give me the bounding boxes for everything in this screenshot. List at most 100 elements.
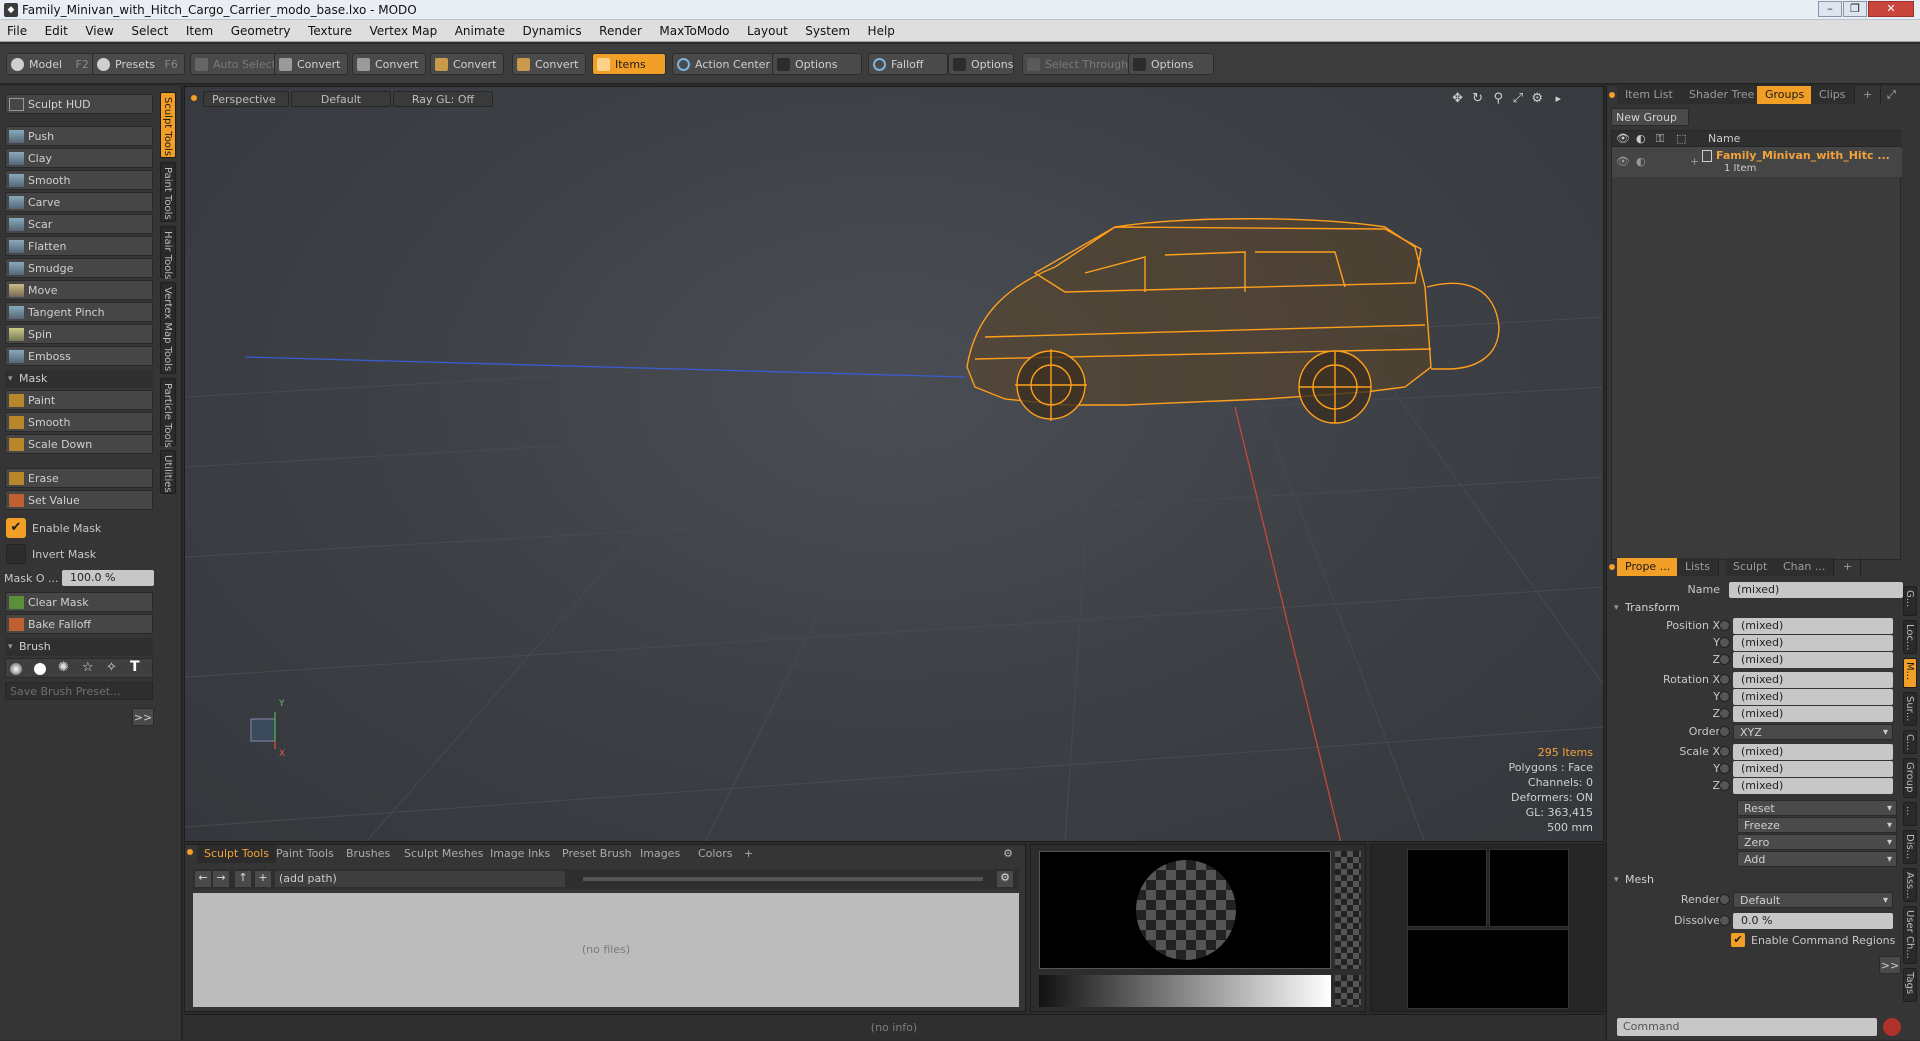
mask-smooth[interactable]: Smooth: [5, 412, 153, 432]
star-brush-icon[interactable]: ☆: [82, 660, 94, 675]
order-key-icon[interactable]: [1719, 726, 1730, 737]
menu-geometry[interactable]: Geometry: [224, 20, 298, 42]
mask-paint[interactable]: Paint: [5, 390, 153, 410]
vtab-particle-tools[interactable]: Particle Tools: [160, 378, 176, 448]
vtab-vertex-map-tools[interactable]: Vertex Map Tools: [160, 282, 176, 374]
render-dropdown[interactable]: Default: [1733, 892, 1893, 909]
thumb-size-slider[interactable]: [583, 877, 983, 881]
maximize-button[interactable]: ❐: [1843, 1, 1867, 17]
scale-y-field[interactable]: (mixed): [1733, 761, 1893, 777]
brush-section-header[interactable]: Brush: [5, 638, 153, 656]
close-button[interactable]: ✕: [1868, 1, 1914, 17]
tab-sculpt-tools[interactable]: Sculpt Tools: [197, 845, 276, 863]
tab-colors[interactable]: Colors: [691, 845, 739, 863]
save-brush-preset-field[interactable]: Save Brush Preset...: [5, 682, 153, 700]
sculpt-hud-button[interactable]: Sculpt HUD: [5, 94, 153, 114]
back-arrow-icon[interactable]: ←: [195, 871, 211, 887]
new-group-button[interactable]: New Group: [1611, 108, 1689, 126]
tool-carve[interactable]: Carve: [5, 192, 153, 212]
convert-button-3[interactable]: Convert: [430, 53, 504, 75]
menu-texture[interactable]: Texture: [301, 20, 359, 42]
tool-push[interactable]: Push: [5, 126, 153, 146]
tab-brushes[interactable]: Brushes: [339, 845, 397, 863]
props-expand-button[interactable]: >>: [1879, 956, 1901, 974]
viewport-menu-arrow-icon[interactable]: ▸: [1555, 92, 1561, 105]
tool-smudge[interactable]: Smudge: [5, 258, 153, 278]
right-expand-icon[interactable]: ⤢: [1887, 88, 1896, 102]
menu-render[interactable]: Render: [592, 20, 649, 42]
mask-scale-down[interactable]: Scale Down: [5, 434, 153, 454]
mask-section-header[interactable]: Mask: [5, 370, 153, 388]
thumbnail-1[interactable]: [1407, 849, 1487, 927]
hard-brush-icon[interactable]: [34, 663, 46, 675]
bottom-gear-icon[interactable]: ⚙: [1003, 847, 1013, 860]
rotation-z-key-icon[interactable]: [1719, 708, 1730, 719]
presets-button[interactable]: Presets F6: [92, 53, 185, 75]
position-y-key-icon[interactable]: [1719, 637, 1730, 648]
zoom-icon[interactable]: ⚲: [1493, 91, 1503, 106]
thumbnail-2[interactable]: [1489, 849, 1569, 927]
shading-dropdown[interactable]: Default: [291, 91, 391, 107]
render-key-icon[interactable]: [1719, 894, 1730, 905]
scale-y-key-icon[interactable]: [1719, 763, 1730, 774]
tool-smooth[interactable]: Smooth: [5, 170, 153, 190]
convert-button-1[interactable]: Convert: [274, 53, 348, 75]
tab-sculpt-meshes[interactable]: Sculpt Meshes: [397, 845, 490, 863]
clear-mask-button[interactable]: Clear Mask: [5, 592, 153, 612]
vtab-utilities[interactable]: Utilities: [160, 450, 176, 494]
invert-mask-checkbox[interactable]: [6, 544, 26, 564]
tool-move[interactable]: Move: [5, 280, 153, 300]
select-through-button[interactable]: Select Through: [1022, 53, 1136, 75]
tab-paint-tools[interactable]: Paint Tools: [269, 845, 341, 863]
tab-clips[interactable]: Clips: [1811, 86, 1855, 104]
raygl-toggle[interactable]: Ray GL: Off: [393, 91, 493, 107]
tab-lists[interactable]: Lists: [1677, 558, 1719, 576]
path-dropdown[interactable]: (add path): [275, 871, 565, 887]
group-render-icon[interactable]: ◐: [1636, 155, 1646, 168]
rotation-x-key-icon[interactable]: [1719, 674, 1730, 685]
scale-x-field[interactable]: (mixed): [1733, 744, 1893, 760]
side-tab-loc[interactable]: Loc...: [1903, 620, 1917, 654]
side-tab-tags[interactable]: Tags: [1903, 968, 1917, 1002]
3d-viewport[interactable]: Y X Perspective Default Ray GL: Off ✥ ↻ …: [184, 86, 1604, 842]
side-tab-g[interactable]: G...: [1903, 586, 1917, 616]
menu-animate[interactable]: Animate: [448, 20, 512, 42]
rotate-icon[interactable]: ↻: [1472, 91, 1483, 106]
add-path-icon[interactable]: +: [255, 871, 271, 887]
enable-mask-checkbox[interactable]: ✔: [6, 518, 26, 538]
tool-clay[interactable]: Clay: [5, 148, 153, 168]
file-list-area[interactable]: (no files): [193, 893, 1019, 1007]
convert-button-4[interactable]: Convert: [512, 53, 586, 75]
menu-dynamics[interactable]: Dynamics: [515, 20, 588, 42]
menu-item[interactable]: Item: [179, 20, 220, 42]
transform-section[interactable]: Transform: [1611, 600, 1901, 616]
reset-dropdown[interactable]: Reset: [1737, 800, 1897, 817]
mesh-section[interactable]: Mesh: [1611, 872, 1901, 888]
rotation-y-field[interactable]: (mixed): [1733, 689, 1893, 705]
tab-preset-brush[interactable]: Preset Brush: [555, 845, 639, 863]
rotation-z-field[interactable]: (mixed): [1733, 706, 1893, 722]
scale-z-field[interactable]: (mixed): [1733, 778, 1893, 794]
group-visibility-icon[interactable]: 👁: [1616, 155, 1630, 168]
zero-dropdown[interactable]: Zero: [1737, 834, 1897, 851]
tool-spin[interactable]: Spin: [5, 324, 153, 344]
procedural-brush-icon[interactable]: ✧: [106, 660, 117, 675]
mask-opacity-field[interactable]: 100.0 %: [62, 570, 154, 586]
menu-file[interactable]: File: [0, 20, 34, 42]
tab-add-right[interactable]: +: [1855, 86, 1882, 104]
splat-brush-icon[interactable]: ✺: [58, 660, 69, 675]
rotation-x-field[interactable]: (mixed): [1733, 672, 1893, 688]
side-tab-ass[interactable]: Ass...: [1903, 868, 1917, 902]
action-center-button[interactable]: Action Center: [672, 53, 777, 75]
auto-select-button[interactable]: Auto Select: [190, 53, 283, 75]
scale-z-key-icon[interactable]: [1719, 780, 1730, 791]
position-x-key-icon[interactable]: [1719, 620, 1730, 631]
falloff-options-button[interactable]: Options: [948, 53, 1014, 75]
viewport-gear-icon[interactable]: ⚙: [1531, 91, 1543, 106]
tab-groups[interactable]: Groups: [1757, 86, 1814, 104]
menu-vertex-map[interactable]: Vertex Map: [362, 20, 444, 42]
forward-arrow-icon[interactable]: →: [213, 871, 229, 887]
command-record-icon[interactable]: [1883, 1018, 1901, 1036]
dissolve-key-icon[interactable]: [1719, 915, 1730, 926]
minimize-button[interactable]: –: [1818, 1, 1842, 17]
